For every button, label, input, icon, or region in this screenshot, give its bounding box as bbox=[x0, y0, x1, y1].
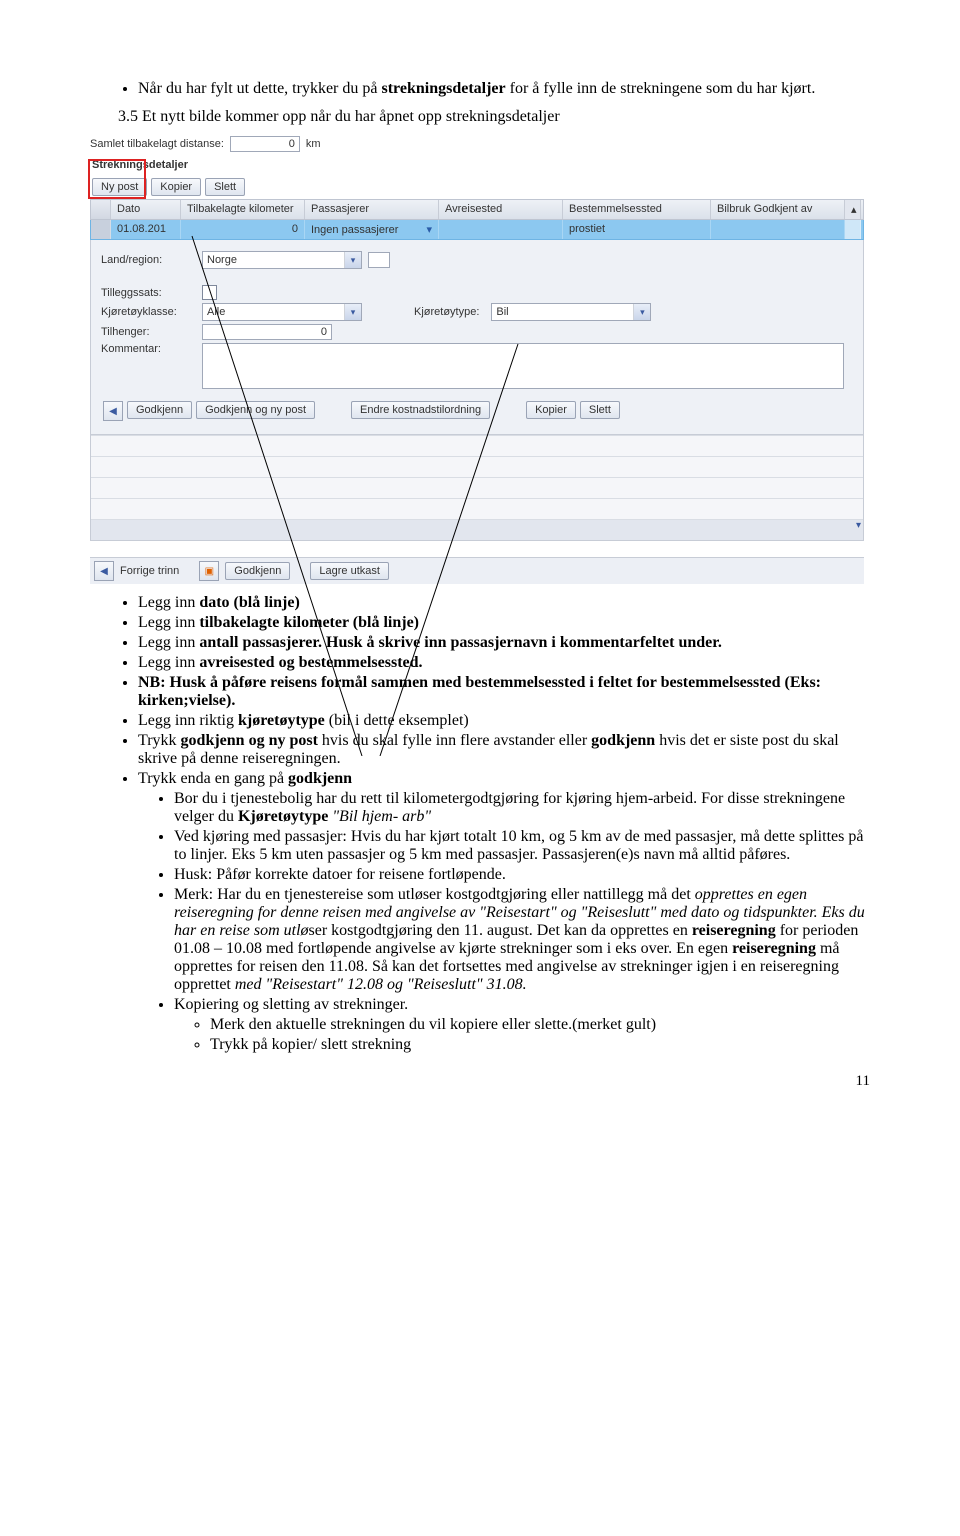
land-label: Land/region: bbox=[101, 254, 196, 266]
t: Kopiering og sletting av strekninger. bbox=[174, 996, 408, 1013]
section-title: Strekningsdetaljer bbox=[90, 155, 864, 175]
t: reiseregning bbox=[692, 922, 776, 939]
t: tilbakelagte kilometer (blå linje) bbox=[199, 614, 419, 631]
t: godkjenn bbox=[591, 732, 655, 749]
page-number: 11 bbox=[856, 1073, 870, 1090]
chevron-down-icon[interactable]: ▾ bbox=[633, 304, 650, 320]
t: godkjenn bbox=[288, 770, 352, 787]
empty-grid-rows: ▾ bbox=[90, 435, 864, 541]
tillegg-checkbox[interactable] bbox=[202, 285, 217, 300]
kjklasse-combo[interactable]: Alle ▾ bbox=[202, 303, 362, 321]
t: "Bil hjem- arb" bbox=[328, 808, 431, 825]
col-dato[interactable]: Dato bbox=[111, 200, 181, 219]
cell-best[interactable]: prostiet bbox=[563, 220, 711, 239]
cell-avr[interactable] bbox=[439, 220, 563, 239]
cell-dato[interactable]: 01.08.201 bbox=[111, 220, 181, 239]
kjklasse-label: Kjøretøyklasse: bbox=[101, 306, 196, 318]
cell-km[interactable]: 0 bbox=[181, 220, 305, 239]
kjklasse-value: Alle bbox=[207, 306, 225, 318]
t: hvis du skal fylle inn flere avstander e… bbox=[318, 732, 591, 749]
t: kjøretøytype bbox=[238, 712, 325, 729]
t: (bil i dette eksemplet) bbox=[325, 712, 469, 729]
t: antall passasjerer. Husk å skrive inn pa… bbox=[199, 634, 722, 651]
col-pass[interactable]: Passasjerer bbox=[305, 200, 439, 219]
detail-panel: Land/region: Norge ▾ Tilleggssats: Kjøre… bbox=[90, 240, 864, 435]
app-frame: Samlet tilbakelagt distanse: 0 km Strekn… bbox=[90, 136, 864, 584]
col-bil[interactable]: Bilbruk Godkjent av bbox=[711, 200, 845, 219]
scroll-up-icon[interactable]: ▴ bbox=[845, 200, 861, 219]
forrige-trinn[interactable]: Forrige trinn bbox=[120, 565, 179, 577]
intro-text-a: Når du har fylt ut dette, trykker du på bbox=[138, 80, 381, 97]
cell-pass[interactable]: Ingen passasjerer bbox=[311, 224, 398, 236]
cell-bil[interactable] bbox=[711, 220, 845, 239]
samlet-value[interactable]: 0 bbox=[230, 136, 300, 152]
kjtype-label: Kjøretøytype: bbox=[414, 306, 479, 318]
t: Legg inn riktig bbox=[138, 712, 238, 729]
godkjenn-button[interactable]: Godkjenn bbox=[127, 401, 192, 419]
selected-row[interactable]: 01.08.201 0 Ingen passasjerer ▾ prostiet bbox=[90, 220, 864, 240]
grid-header: Dato Tilbakelagte kilometer Passasjerer … bbox=[90, 199, 864, 220]
t: Merk den aktuelle strekningen du vil kop… bbox=[210, 1016, 870, 1034]
t: Merk: Har du en tjenestereise som utløse… bbox=[174, 886, 695, 903]
bottom-bar: ◀ Forrige trinn ▣ Godkjenn Lagre utkast bbox=[90, 557, 864, 584]
chevron-down-icon[interactable]: ▾ bbox=[344, 252, 361, 268]
land-combo[interactable]: Norge ▾ bbox=[202, 251, 362, 269]
kjtype-value: Bil bbox=[496, 306, 508, 318]
kommentar-textarea[interactable] bbox=[202, 343, 844, 389]
intro-bullet: Når du har fylt ut dette, trykker du på … bbox=[138, 80, 870, 98]
intro-text-b: for å fylle inn de strekningene som du h… bbox=[506, 80, 816, 97]
t: ser kostgodtgjøring den 11. august. Det … bbox=[309, 922, 692, 939]
lagre-utkast-button[interactable]: Lagre utkast bbox=[310, 562, 389, 580]
col-best[interactable]: Bestemmelsessted bbox=[563, 200, 711, 219]
slett-detail-button[interactable]: Slett bbox=[580, 401, 620, 419]
samlet-unit: km bbox=[306, 138, 321, 150]
ny-post-button[interactable]: Ny post bbox=[92, 178, 147, 196]
t: Legg inn bbox=[138, 614, 199, 631]
intro-bold: strekningsdetaljer bbox=[381, 80, 505, 97]
kommentar-label: Kommentar: bbox=[101, 343, 196, 355]
t: Trykk på kopier/ slett strekning bbox=[210, 1036, 870, 1054]
kopier-detail-button[interactable]: Kopier bbox=[526, 401, 576, 419]
godkjenn-bottom-button[interactable]: Godkjenn bbox=[225, 562, 290, 580]
land-value: Norge bbox=[207, 254, 237, 266]
t: avreisested og bestemmelsessted. bbox=[199, 654, 422, 671]
endre-kostnad-button[interactable]: Endre kostnadstilordning bbox=[351, 401, 490, 419]
t: NB: Husk å påføre reisens formål sammen … bbox=[138, 674, 870, 710]
tilhenger-label: Tilhenger: bbox=[101, 326, 196, 338]
t: Legg inn bbox=[138, 654, 199, 671]
t: dato (blå linje) bbox=[199, 594, 299, 611]
t: godkjenn og ny post bbox=[181, 732, 318, 749]
col-avr[interactable]: Avreisested bbox=[439, 200, 563, 219]
prev-icon[interactable]: ◀ bbox=[103, 401, 123, 421]
guide-list: Legg inn dato (blå linje) Legg inn tilba… bbox=[90, 594, 870, 1054]
col-km[interactable]: Tilbakelagte kilometer bbox=[181, 200, 305, 219]
t: Kjøretøytype bbox=[238, 808, 328, 825]
tillegg-label: Tilleggssats: bbox=[101, 287, 196, 299]
slett-button[interactable]: Slett bbox=[205, 178, 245, 196]
t: Trykk bbox=[138, 732, 181, 749]
chevron-down-icon[interactable]: ▾ bbox=[426, 223, 432, 236]
t: Husk: Påfør korrekte datoer for reisene … bbox=[174, 866, 870, 884]
t: Trykk enda en gang på bbox=[138, 770, 288, 787]
prev-step-icon[interactable]: ◀ bbox=[94, 561, 114, 581]
kjtype-combo[interactable]: Bil ▾ bbox=[491, 303, 651, 321]
t: med "Reisestart" 12.08 og "Reiseslutt" 3… bbox=[235, 976, 527, 993]
chevron-down-icon[interactable]: ▾ bbox=[344, 304, 361, 320]
land-extra[interactable] bbox=[368, 252, 390, 268]
t: Legg inn bbox=[138, 594, 199, 611]
tilhenger-value[interactable]: 0 bbox=[202, 324, 332, 340]
step-heading: 3.5 Et nytt bilde kommer opp når du har … bbox=[90, 108, 870, 126]
t: reiseregning bbox=[732, 940, 816, 957]
t: Ved kjøring med passasjer: Hvis du har k… bbox=[174, 828, 870, 864]
kopier-button[interactable]: Kopier bbox=[151, 178, 201, 196]
samlet-label: Samlet tilbakelagt distanse: bbox=[90, 138, 224, 150]
godkjenn-icon[interactable]: ▣ bbox=[199, 561, 219, 581]
godkjenn-ny-button[interactable]: Godkjenn og ny post bbox=[196, 401, 315, 419]
t: Legg inn bbox=[138, 634, 199, 651]
